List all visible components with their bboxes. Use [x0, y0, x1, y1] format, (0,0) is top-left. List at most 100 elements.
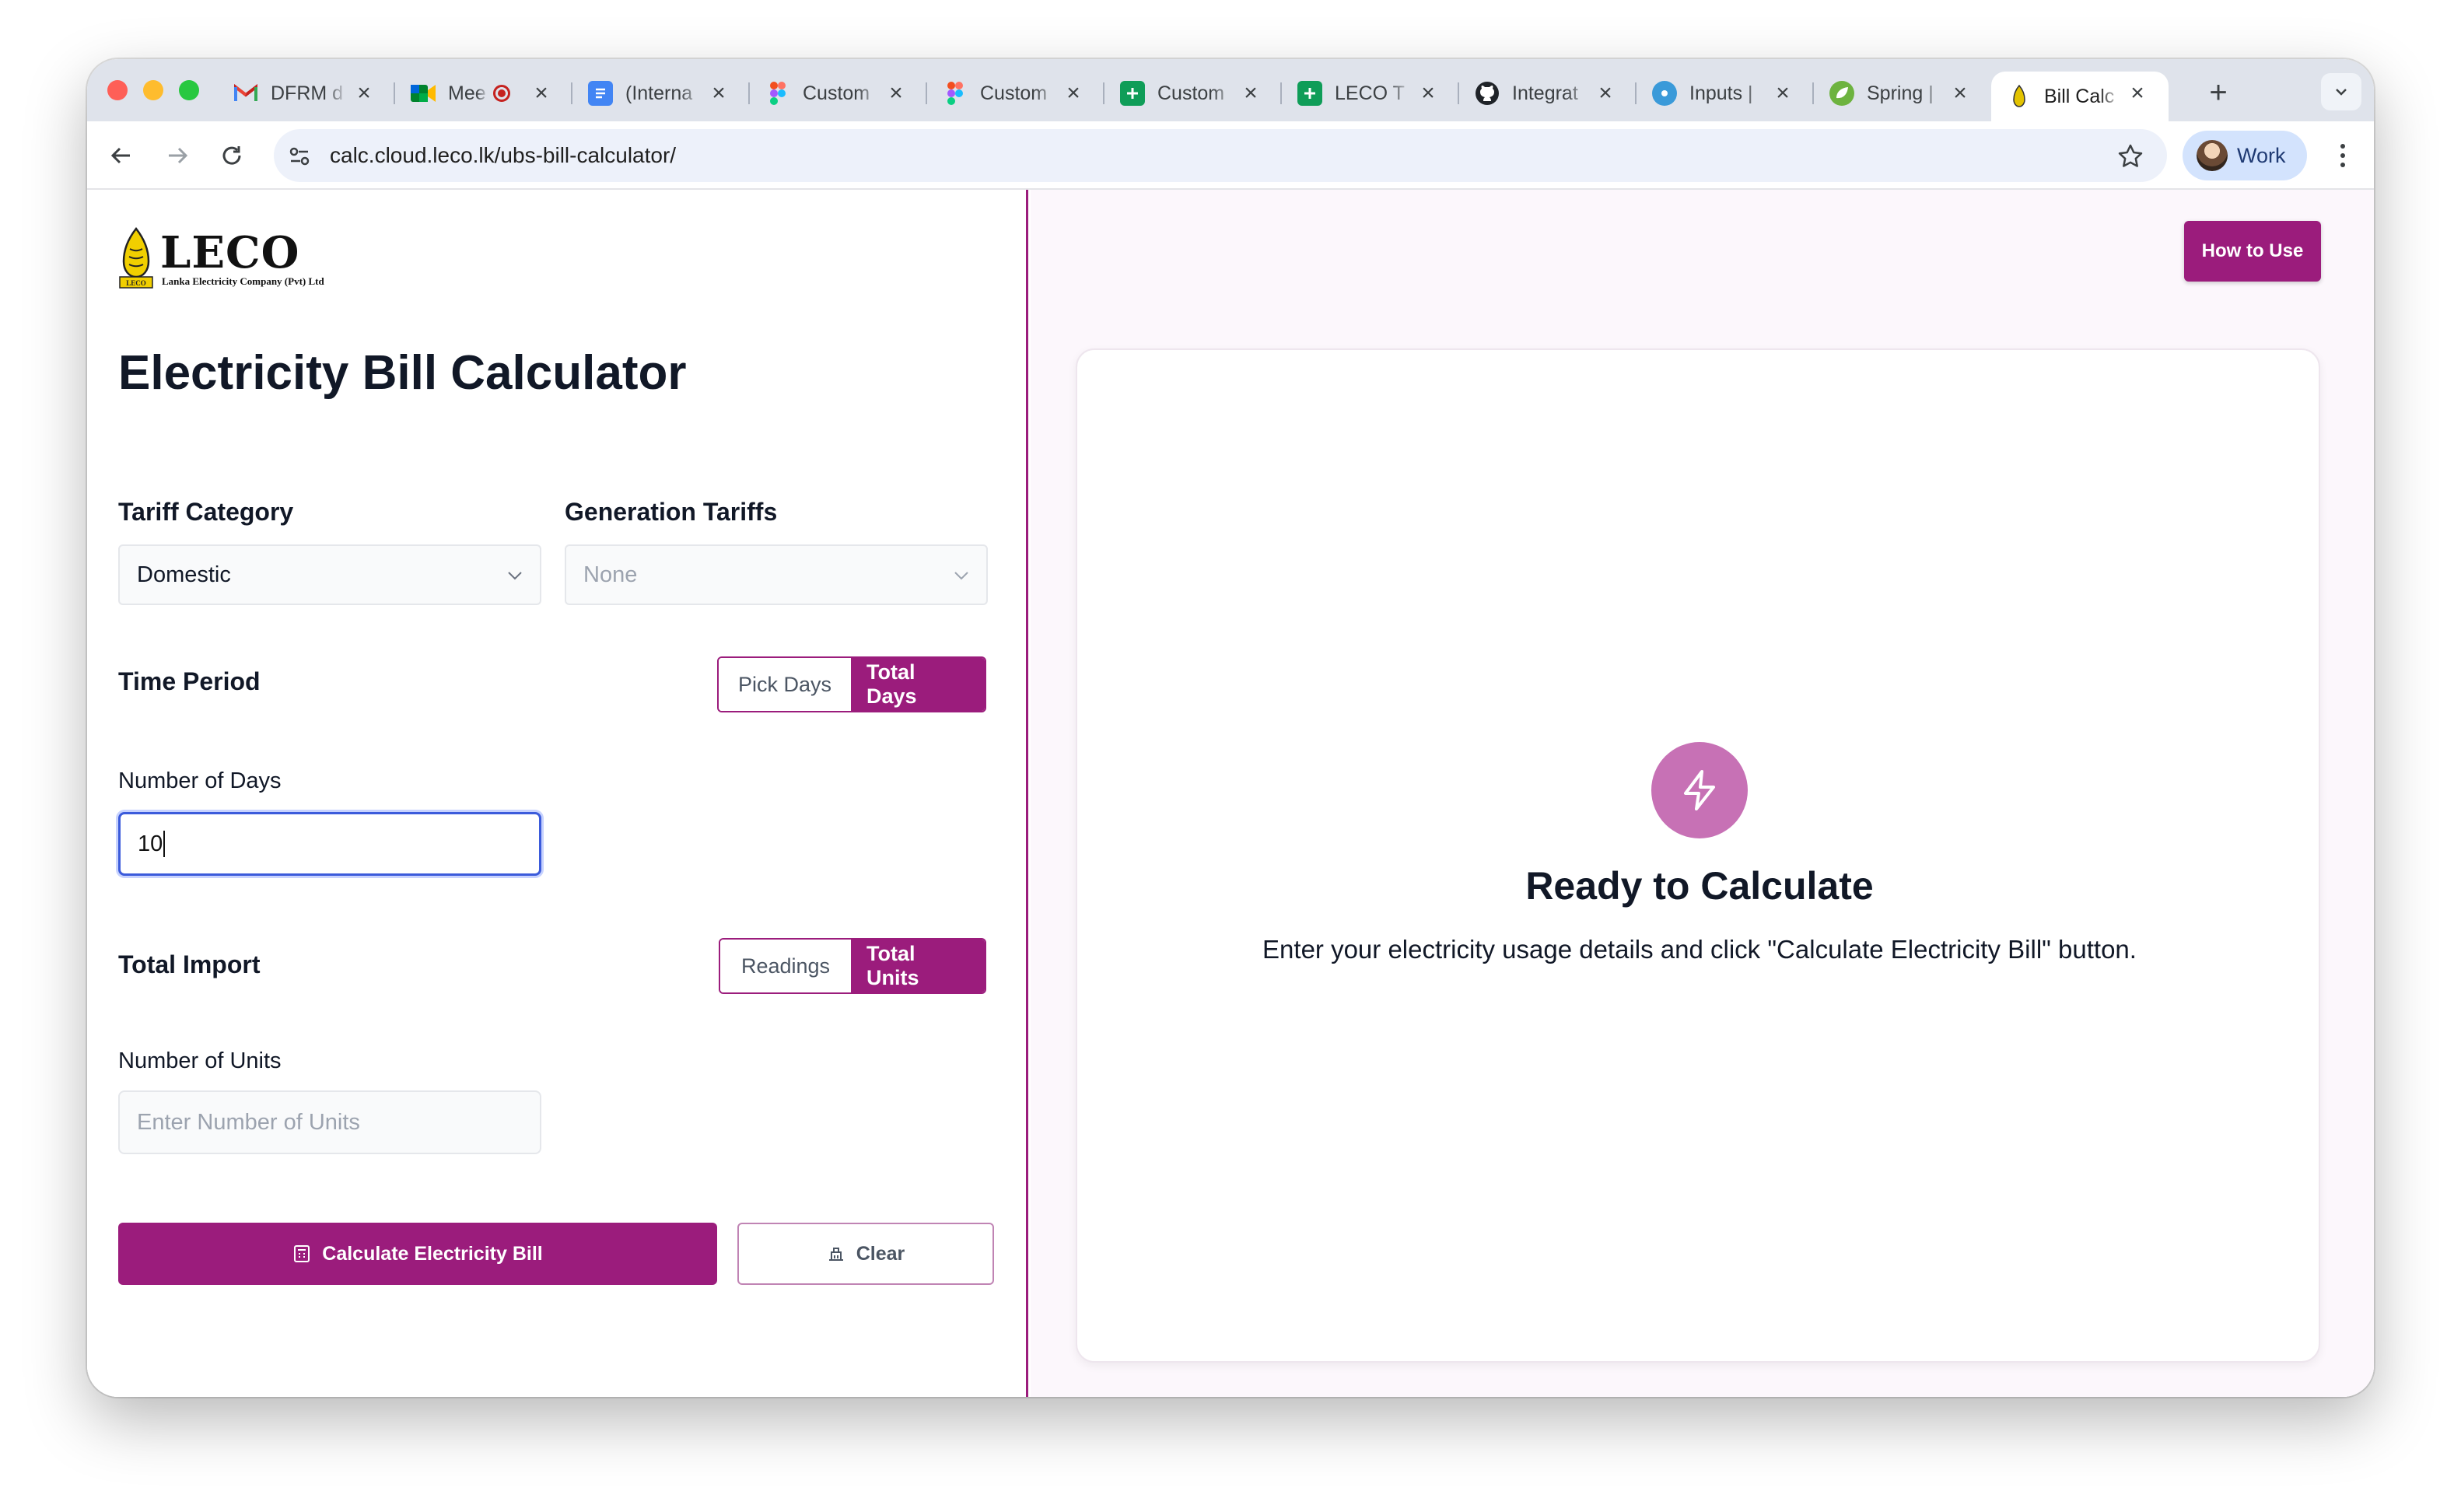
reload-icon [222, 146, 241, 165]
tab-close-icon[interactable]: × [1413, 78, 1444, 109]
calculator-form-panel: LECO LECO Lanka Electricity Company (Pvt… [87, 190, 1028, 1397]
maximize-window-button[interactable] [179, 80, 199, 100]
ready-description: Enter your electricity usage details and… [1262, 935, 2137, 964]
browser-tab[interactable]: LECO T × [1282, 72, 1459, 115]
clear-button-label: Clear [856, 1242, 905, 1265]
leco-icon [2007, 84, 2032, 109]
tariff-category-label: Tariff Category [118, 498, 294, 526]
tab-title: Bill Calc [2044, 85, 2115, 107]
ready-title: Ready to Calculate [1525, 864, 1874, 908]
leco-logo[interactable]: LECO LECO Lanka Electricity Company (Pvt… [118, 226, 367, 291]
browser-menu-button[interactable] [2327, 138, 2358, 173]
number-of-days-input[interactable]: 10 [118, 812, 541, 876]
ready-icon-circle [1651, 742, 1748, 838]
tab-title: Custom [803, 82, 870, 104]
docs-icon [588, 81, 613, 106]
time-period-label: Time Period [118, 667, 261, 695]
meet-icon [411, 81, 436, 106]
new-tab-button[interactable]: + [2203, 77, 2234, 109]
readings-option[interactable]: Readings [720, 940, 852, 992]
url-text: calc.cloud.leco.lk/ubs-bill-calculator/ [330, 143, 677, 167]
browser-tab-active[interactable]: Bill Calc × [1991, 72, 2169, 121]
tab-close-icon[interactable]: × [2122, 78, 2153, 109]
tab-close-icon[interactable]: × [880, 78, 912, 109]
total-days-option[interactable]: Total Days [851, 658, 985, 711]
sheets-icon [1120, 81, 1145, 106]
forward-button[interactable] [157, 135, 198, 176]
github-icon [1475, 81, 1500, 106]
tab-title: Integrat [1512, 82, 1578, 104]
calculate-button[interactable]: Calculate Electricity Bill [118, 1223, 717, 1285]
pick-days-option[interactable]: Pick Days [719, 658, 852, 711]
arrow-right-icon [169, 147, 188, 164]
chevron-down-icon [2336, 89, 2347, 96]
tab-close-icon[interactable]: × [526, 78, 557, 109]
tab-close-icon[interactable]: × [1590, 78, 1621, 109]
tab-search-button[interactable] [2321, 73, 2361, 110]
page-content: LECO LECO Lanka Electricity Company (Pvt… [87, 190, 2374, 1397]
address-bar[interactable]: calc.cloud.leco.lk/ubs-bill-calculator/ [274, 129, 2167, 182]
bulb-logo-icon: LECO [119, 226, 153, 289]
result-panel: How to Use Ready to Calculate Enter your… [1031, 190, 2374, 1397]
lightning-bolt-icon [1684, 770, 1715, 810]
browser-tab[interactable]: Spring | × [1814, 72, 1991, 115]
bookmark-star-icon[interactable] [2117, 143, 2144, 170]
chevron-down-icon [508, 572, 522, 580]
reload-button[interactable] [212, 135, 252, 176]
total-import-label: Total Import [118, 950, 261, 978]
generation-tariffs-label: Generation Tariffs [565, 498, 778, 526]
tariff-category-value: Domestic [137, 562, 231, 587]
tariff-category-select[interactable]: Domestic [118, 544, 541, 605]
profile-label: Work [2237, 143, 2286, 167]
number-of-units-input[interactable]: Enter Number of Units [118, 1090, 541, 1154]
minimize-window-button[interactable] [143, 80, 163, 100]
browser-tab[interactable]: Integrat × [1459, 72, 1637, 115]
tab-close-icon[interactable]: × [703, 78, 734, 109]
number-of-units-placeholder: Enter Number of Units [137, 1109, 360, 1135]
number-of-days-value: 10 [138, 831, 163, 856]
tab-close-icon[interactable]: × [348, 78, 380, 109]
logo-wordmark: LECO [160, 227, 300, 278]
generation-tariffs-select[interactable]: None [565, 544, 988, 605]
sheets-icon [1297, 81, 1322, 106]
tab-title: Custom [1157, 82, 1225, 104]
generation-tariffs-value: None [583, 562, 638, 587]
clear-button[interactable]: Clear [737, 1223, 994, 1285]
total-import-toggle: Readings Total Units [719, 938, 986, 994]
result-card: Ready to Calculate Enter your electricit… [1076, 348, 2320, 1363]
figma-icon [943, 81, 968, 106]
tab-close-icon[interactable]: × [1767, 78, 1798, 109]
tab-title: (Interna [625, 82, 693, 104]
tab-close-icon[interactable]: × [1058, 78, 1089, 109]
tab-title: Inputs | [1689, 82, 1753, 104]
browser-window: DFRM d × Mee × (Interna × Custom × Custo… [87, 59, 2374, 1397]
browser-tab[interactable]: Custom × [750, 72, 927, 115]
tab-title: Custom [980, 82, 1048, 104]
profile-button[interactable]: Work [2183, 131, 2307, 180]
browser-tab[interactable]: Mee × [395, 72, 572, 115]
tab-close-icon[interactable]: × [1235, 78, 1266, 109]
number-of-units-label: Number of Units [118, 1048, 282, 1073]
calculate-button-label: Calculate Electricity Bill [322, 1242, 543, 1265]
figma-icon [765, 81, 790, 106]
how-to-use-button[interactable]: How to Use [2184, 221, 2321, 282]
close-window-button[interactable] [107, 80, 128, 100]
browser-tab[interactable]: (Interna × [572, 72, 750, 115]
time-period-toggle: Pick Days Total Days [717, 656, 986, 712]
browser-tab[interactable]: DFRM d × [218, 72, 395, 115]
spring-icon [1829, 81, 1854, 106]
browser-tab[interactable]: Custom × [927, 72, 1104, 115]
tab-title: Spring | [1867, 82, 1934, 104]
back-button[interactable] [101, 135, 142, 176]
chevron-down-icon [954, 572, 968, 580]
page-title: Electricity Bill Calculator [118, 346, 687, 400]
tab-title: DFRM d [271, 82, 344, 104]
browser-tab[interactable]: Custom × [1104, 72, 1282, 115]
tab-close-icon[interactable]: × [1945, 78, 1976, 109]
tab-title: Mee [448, 82, 486, 104]
site-info-icon[interactable] [288, 145, 311, 168]
total-units-option[interactable]: Total Units [851, 940, 985, 992]
browser-tab[interactable]: Inputs | × [1637, 72, 1814, 115]
logo-subtitle: Lanka Electricity Company (Pvt) Ltd [162, 275, 324, 287]
eraser-icon [828, 1248, 843, 1261]
